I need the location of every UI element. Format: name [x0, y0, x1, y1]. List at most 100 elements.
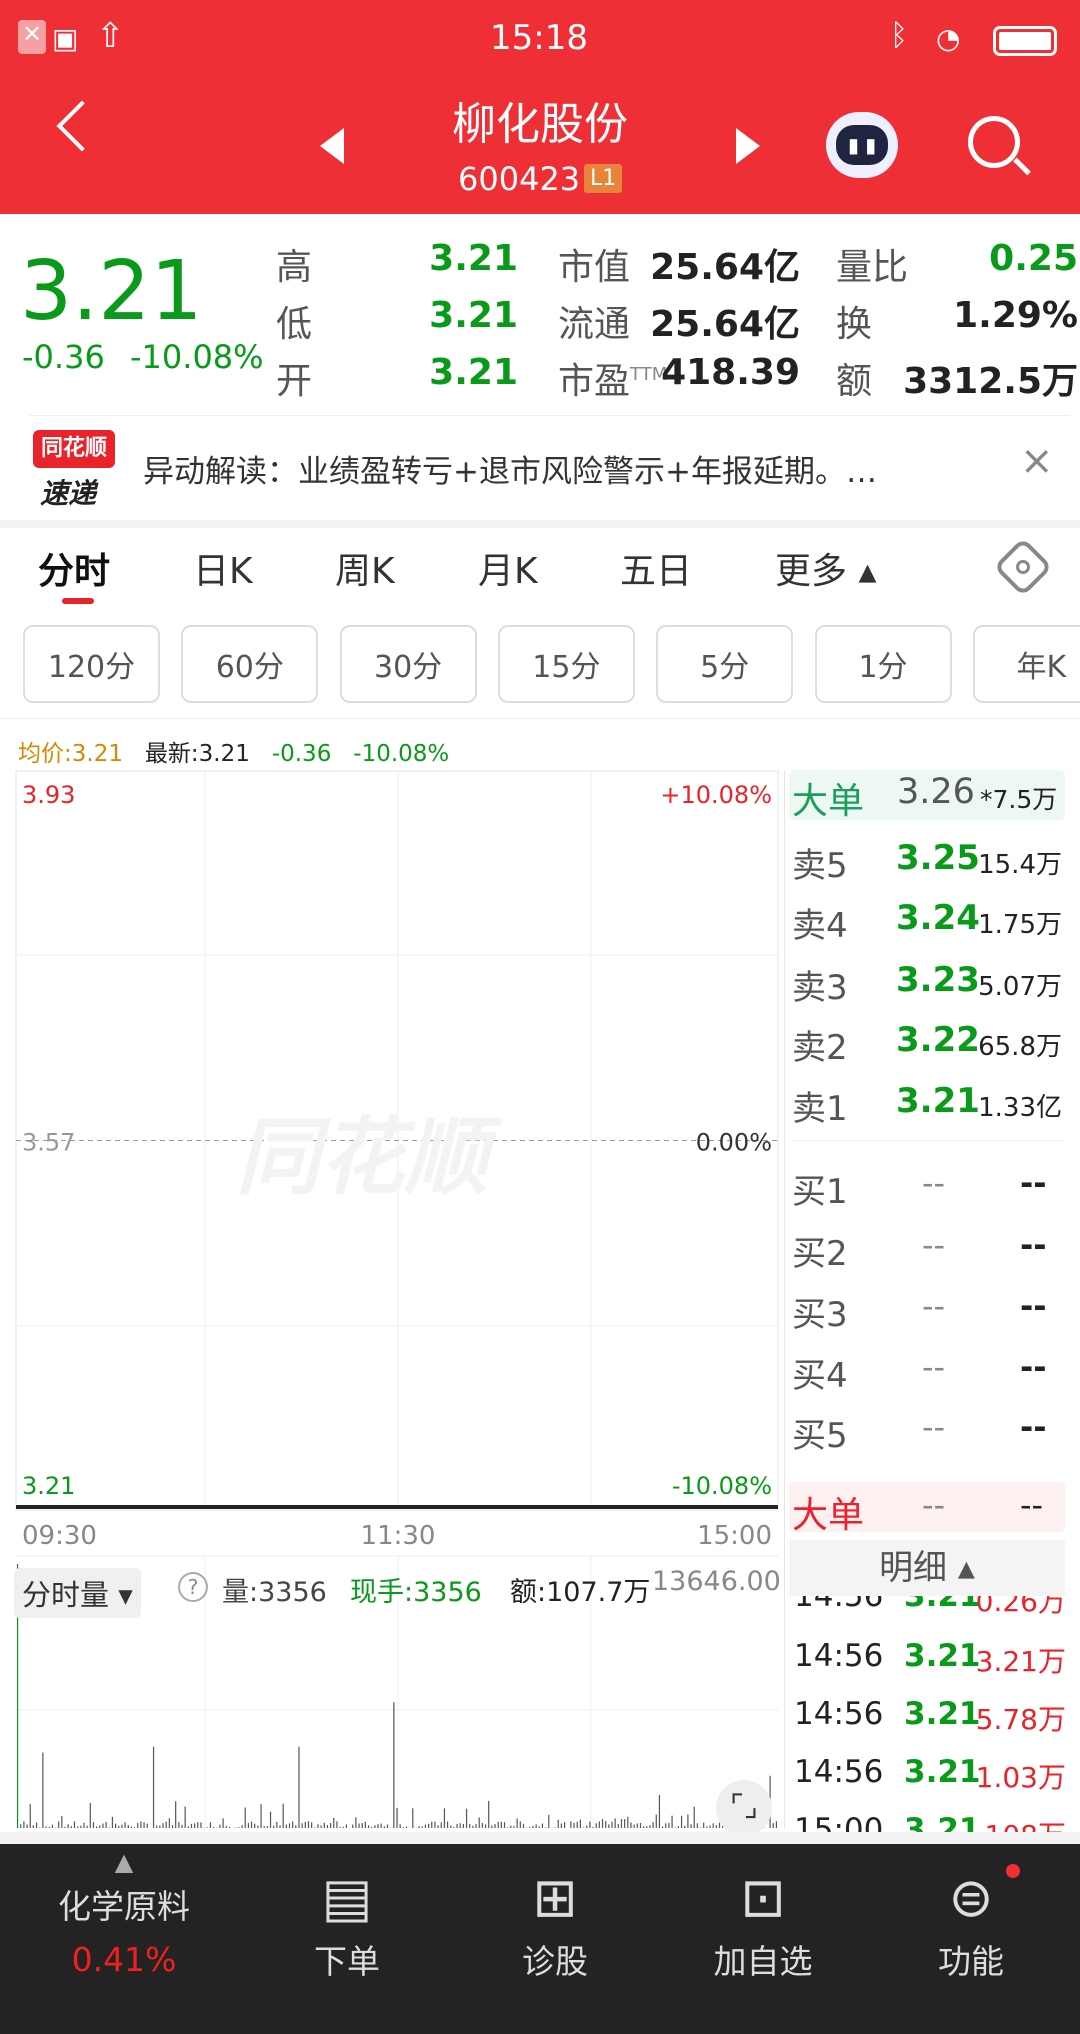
- intraday-chart[interactable]: 3.93 3.57 3.21 +10.08% 0.00% -10.08% 09:30 11:3…: [0, 760, 784, 1835]
- tab-4[interactable]: 五日: [620, 542, 692, 594]
- hand-value: 现手:3356: [350, 1577, 482, 1608]
- close-news-button[interactable]: ×: [1020, 438, 1054, 484]
- period-button[interactable]: 1分: [814, 625, 952, 703]
- news-text: 异动解读：业绩盈转亏+退市风险警示+年报延期。…: [143, 454, 877, 490]
- order-icon: ▤: [321, 1866, 373, 1929]
- detail-toggle-button[interactable]: 明细 ▴: [789, 1540, 1065, 1596]
- search-icon-handle: [1013, 157, 1031, 176]
- quote-field-value: 3.21: [429, 295, 518, 336]
- period-button[interactable]: 120分: [23, 625, 160, 703]
- function-icon: ⊜: [948, 1866, 994, 1929]
- order-level-label: 卖3: [792, 968, 848, 1008]
- tab-5[interactable]: 更多 ▴: [775, 542, 877, 594]
- period-button[interactable]: 5分: [656, 625, 794, 703]
- quote-field-value: 3.21: [429, 352, 518, 393]
- period-button[interactable]: 30分: [339, 625, 477, 703]
- quote-field-value: 25.64亿: [650, 304, 800, 345]
- x-tick-label: 11:30: [361, 1521, 436, 1551]
- news-flash[interactable]: 同花顺 速递 异动解读：业绩盈转亏+退市风险警示+年报延期。… ×: [0, 416, 1080, 520]
- trade-amount: 1.03万: [975, 1761, 1066, 1794]
- help-icon[interactable]: ?: [178, 1572, 208, 1602]
- add-watchlist-icon: ⊡: [740, 1866, 786, 1929]
- order-level-label: 卖4: [792, 906, 848, 946]
- y-label-top: 3.93: [22, 781, 75, 809]
- order-level-label: 卖2: [792, 1028, 848, 1068]
- trade-price: 3.21: [904, 1696, 981, 1732]
- quote-field-label: 额: [836, 361, 873, 402]
- nav-label: 下单: [314, 1942, 380, 1981]
- divider: [784, 770, 785, 1828]
- big-order-amount: *7.5万: [980, 785, 1058, 814]
- volume-value: 量:3356: [222, 1577, 327, 1608]
- level-badge: L1: [584, 164, 623, 193]
- order-level-price: --: [922, 1408, 946, 1446]
- quote-field-value: 3312.5万: [903, 361, 1078, 402]
- order-level-price: --: [922, 1348, 946, 1386]
- notification-x-icon: ✕: [18, 20, 46, 54]
- nav-label: 功能: [938, 1942, 1004, 1981]
- period-button[interactable]: 年K: [972, 625, 1080, 703]
- quote-field-value: 1.29%: [953, 295, 1078, 336]
- wifi-icon: ◔: [936, 22, 961, 55]
- trade-price: 3.21: [904, 1638, 981, 1674]
- order-level-amount: 1.33亿: [978, 1093, 1062, 1123]
- big-order-bottom-label: 大单: [792, 1495, 865, 1536]
- quote-field-label: 市值: [558, 247, 631, 288]
- notification-dot: [1006, 1864, 1020, 1878]
- y-label-bottom: 3.21: [22, 1472, 75, 1500]
- robot-assistant-icon[interactable]: ▮ ▮: [826, 112, 898, 178]
- quote-field-label: 量比: [836, 247, 909, 288]
- period-button[interactable]: 15分: [497, 625, 635, 703]
- period-button[interactable]: 60分: [181, 625, 319, 703]
- order-level-label: 买5: [792, 1416, 848, 1456]
- order-level-price: --: [922, 1226, 946, 1264]
- expand-up-icon: ▲: [114, 1848, 134, 1876]
- tab-1[interactable]: 日K: [193, 542, 253, 594]
- quote-field-label: 市盈TTM: [558, 361, 668, 402]
- section-divider: [0, 1832, 1080, 1844]
- nav-label: 加自选: [713, 1942, 813, 1981]
- quote-field-label: 高: [276, 247, 313, 288]
- nav-add-watchlist-button[interactable]: ⊡ 加自选: [659, 1844, 867, 2034]
- tab-2[interactable]: 周K: [335, 542, 395, 594]
- big-order-price: 3.26: [897, 772, 975, 812]
- volume-type-dropdown[interactable]: 分时量 ▾: [14, 1568, 141, 1618]
- quote-field-label: 低: [276, 304, 313, 345]
- upload-icon: ⇧: [96, 16, 125, 56]
- stock-name: 柳化股份: [452, 99, 628, 150]
- nav-function-button[interactable]: ⊜ 功能: [867, 1844, 1075, 2034]
- big-order-bottom-price: --: [922, 1486, 946, 1524]
- order-level-price: --: [922, 1287, 946, 1325]
- amount-value: 额:107.7万: [510, 1577, 651, 1608]
- current-price: 3.21: [20, 244, 203, 339]
- quote-field-label: 流通: [558, 304, 631, 345]
- nav-diagnose-button[interactable]: ⊞ 诊股: [451, 1844, 659, 2034]
- nav-order-button[interactable]: ▤ 下单: [243, 1844, 451, 2034]
- quote-field-value: 25.64亿: [650, 247, 800, 288]
- x-tick-label: 09:30: [22, 1521, 97, 1551]
- sector-name: 化学原料: [58, 1887, 190, 1926]
- pct-label-top: +10.08%: [660, 781, 772, 809]
- trade-time: 14:56: [794, 1638, 884, 1674]
- quote-field-label: 开: [276, 361, 313, 402]
- trade-time: 14:56: [794, 1696, 884, 1732]
- news-logo-top: 同花顺: [33, 430, 115, 468]
- order-level-amount: 5.07万: [978, 972, 1062, 1002]
- trade-price: 3.21: [904, 1754, 981, 1790]
- order-level-label: 买3: [792, 1295, 848, 1335]
- trade-time: 14:56: [794, 1754, 884, 1790]
- detail-label: 明细 ▴: [879, 1548, 975, 1588]
- fullscreen-icon[interactable]: ⌜⌟: [716, 1780, 772, 1836]
- order-level-label: 卖1: [792, 1089, 848, 1129]
- status-time: 15:18: [490, 18, 588, 58]
- active-tab-indicator: [62, 598, 94, 604]
- tab-3[interactable]: 月K: [478, 542, 538, 594]
- x-tick-label: 15:00: [697, 1521, 772, 1551]
- settings-gear-icon[interactable]: [993, 537, 1053, 597]
- big-order-bottom-amount: --: [1020, 1486, 1044, 1524]
- tab-0[interactable]: 分时: [38, 542, 110, 594]
- news-logo-bottom: 速递: [40, 477, 97, 510]
- big-order-label: 大单: [792, 781, 865, 822]
- sector-button[interactable]: ▲ 化学原料 0.41%: [16, 1844, 232, 2034]
- order-level-amount: --: [1020, 1408, 1047, 1446]
